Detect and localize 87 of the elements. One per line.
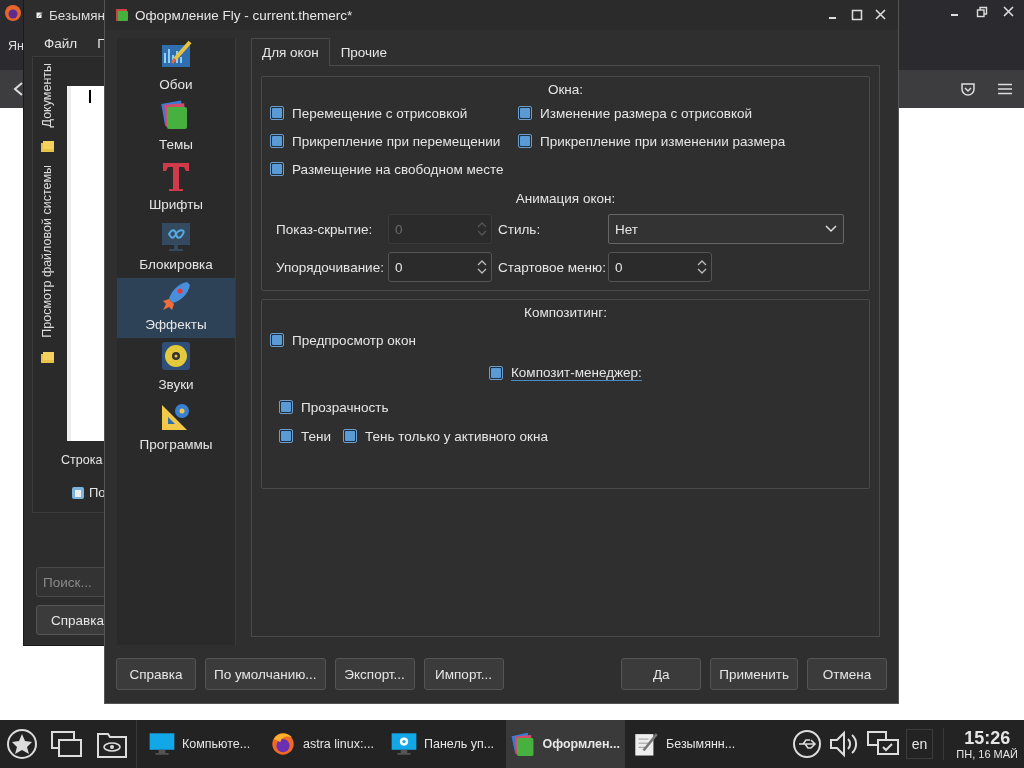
sidebar-item[interactable]: Шрифты xyxy=(117,158,235,218)
speaker-icon xyxy=(159,339,193,373)
spin-arrows-icon[interactable] xyxy=(477,260,487,274)
text-cursor xyxy=(89,90,91,103)
tab[interactable]: Прочие xyxy=(329,39,399,65)
pocket-icon[interactable] xyxy=(960,81,976,97)
checkbox-label[interactable]: Прикрепление при перемещении xyxy=(292,133,501,149)
sidebar-item[interactable]: Темы xyxy=(117,98,235,158)
firefox-icon xyxy=(269,730,297,758)
checkbox-label[interactable]: Предпросмотр окон xyxy=(292,332,416,348)
section-title: Анимация окон: xyxy=(515,191,616,206)
language-indicator[interactable]: en xyxy=(905,729,934,759)
maximize-icon[interactable] xyxy=(850,8,864,22)
text-area[interactable] xyxy=(67,86,105,441)
help-button[interactable]: Справка xyxy=(36,605,105,635)
search-field[interactable]: Поиск... xyxy=(36,567,105,597)
firefox-icon[interactable] xyxy=(4,4,22,22)
window-title: Оформление Fly - current.themerc* xyxy=(135,7,354,23)
monitor-gear-icon xyxy=(390,730,418,758)
checkbox-label[interactable]: Размещение на свободном месте xyxy=(292,161,504,177)
checkbox-label[interactable]: Прикрепление при изменении размера xyxy=(540,133,786,149)
group-title: Композитинг: xyxy=(524,305,607,320)
dialog-button[interactable]: Применить xyxy=(710,658,798,690)
sidebar-item[interactable]: Эффекты xyxy=(117,278,235,338)
status-label: Строка xyxy=(61,453,103,467)
dialog-button[interactable]: Отмена xyxy=(807,658,887,690)
checkbox[interactable] xyxy=(489,366,503,380)
field-label: Стартовое меню: xyxy=(497,259,607,275)
menu-item[interactable]: Файл xyxy=(44,35,78,51)
checkbox[interactable] xyxy=(270,333,284,347)
taskbar-item[interactable]: Оформлен... xyxy=(506,720,625,768)
checkbox[interactable] xyxy=(518,106,532,120)
dialog-button[interactable]: Справка xyxy=(116,658,196,690)
taskbar-item[interactable]: Панель уп... xyxy=(385,720,504,768)
sidebar-item[interactable]: Программы xyxy=(117,398,235,458)
themes-icon xyxy=(115,8,129,22)
tab-label[interactable]: Ян xyxy=(8,39,24,53)
checkbox-label[interactable]: Перемещение с отрисовкой xyxy=(292,105,468,121)
folder-icon xyxy=(39,139,55,154)
checkbox-label[interactable]: Тени xyxy=(301,428,331,444)
checkbox-label[interactable]: Изменение размера с отрисовкой xyxy=(540,105,753,121)
checkbox[interactable] xyxy=(343,429,357,443)
dialog-button[interactable]: По умолчанию... xyxy=(205,658,326,690)
monitor-icon xyxy=(148,730,176,758)
dialog-button[interactable]: Да xyxy=(621,658,702,690)
spin-box[interactable]: 0 xyxy=(608,252,712,282)
taskbar-item[interactable]: Компьюте... xyxy=(143,720,262,768)
dropdown[interactable]: Нет xyxy=(608,214,844,244)
field-label: Упорядочивание: xyxy=(275,259,385,275)
sidebar-item[interactable]: Звуки xyxy=(117,338,235,398)
clock[interactable]: 15:26 ПН, 16 МАЙ xyxy=(943,728,1018,760)
field-label: Показ-скрытие: xyxy=(275,221,374,237)
close-icon[interactable] xyxy=(1002,5,1016,19)
close-icon[interactable] xyxy=(874,8,888,22)
usb-icon[interactable] xyxy=(791,729,822,759)
checkbox[interactable] xyxy=(518,134,532,148)
checkbox-label[interactable]: Композит-менеджер: xyxy=(511,365,642,381)
sidebar-item[interactable]: Обои xyxy=(117,38,235,98)
tab[interactable]: Для окон xyxy=(251,38,330,66)
checkbox[interactable] xyxy=(270,162,284,176)
dialog-button[interactable]: Импорт... xyxy=(423,658,504,690)
menu-icon[interactable] xyxy=(998,83,1012,95)
chevron-down-icon xyxy=(825,225,837,233)
vertical-tab[interactable]: Документы xyxy=(40,63,54,128)
window-title: Безымян xyxy=(49,7,105,23)
windows-icon[interactable] xyxy=(50,729,84,759)
field-label: Стиль: xyxy=(497,221,542,237)
vertical-tab[interactable]: Просмотр файловой системы xyxy=(40,165,54,339)
volume-icon[interactable] xyxy=(827,729,860,759)
checkbox[interactable] xyxy=(279,429,293,443)
checkbox[interactable] xyxy=(270,106,284,120)
group-title: Окна: xyxy=(547,82,584,97)
checkbox-label[interactable]: Прозрачность xyxy=(301,399,389,415)
folder-icon xyxy=(39,350,55,365)
panel-icon xyxy=(71,485,85,500)
taskbar-item[interactable]: astra linux:... xyxy=(264,720,383,768)
taskbar-item[interactable]: Безымянн... xyxy=(627,720,746,768)
dialog-button[interactable]: Экспорт... xyxy=(334,658,415,690)
sidebar-item[interactable]: Блокировка xyxy=(117,218,235,278)
checkbox-label[interactable]: Тень только у активного окна xyxy=(365,428,548,444)
spin-arrows-icon[interactable] xyxy=(697,260,707,274)
checkbox[interactable] xyxy=(279,400,293,414)
checkbox[interactable] xyxy=(270,134,284,148)
back-icon[interactable] xyxy=(12,82,24,96)
menu-item[interactable]: П xyxy=(97,35,105,51)
restore-icon[interactable] xyxy=(975,5,989,19)
spin-box[interactable]: 0 xyxy=(388,252,492,282)
